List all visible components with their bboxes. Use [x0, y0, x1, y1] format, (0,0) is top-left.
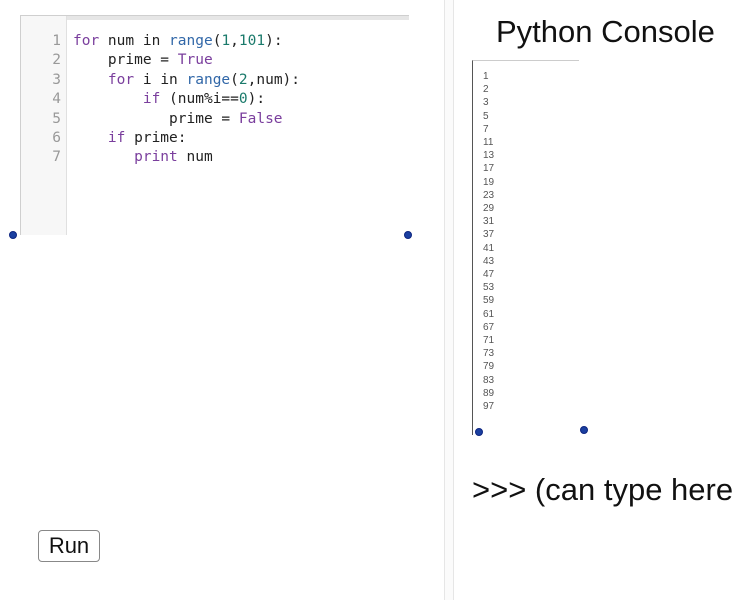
code-token: print	[134, 149, 178, 166]
code-token: range	[169, 33, 213, 49]
console-title: Python Console	[496, 14, 715, 49]
code-token: num	[177, 149, 213, 166]
line-number: 7	[52, 149, 61, 166]
code-token: num in	[99, 33, 170, 49]
code-token: 1	[221, 33, 231, 49]
output-line: 53	[483, 282, 495, 294]
output-line: 59	[483, 295, 495, 307]
pane-divider[interactable]	[444, 0, 454, 600]
output-line: 7	[483, 123, 489, 135]
code-text: print num	[61, 148, 213, 167]
output-line: 11	[483, 137, 494, 149]
code-token: (num%i==	[160, 91, 239, 108]
line-number: 3	[52, 71, 61, 88]
code-line[interactable]: 1 for num in range(1,101):	[21, 32, 300, 51]
output-line: 29	[483, 203, 495, 215]
code-text: for num in range(1,101):	[61, 32, 283, 51]
output-line: 71	[483, 335, 495, 347]
output-line: 89	[483, 387, 495, 399]
code-line[interactable]: 2 prime = True	[21, 51, 300, 70]
code-token: ,num):	[247, 71, 301, 88]
output-line: 43	[483, 255, 495, 267]
output-resize-handle-right[interactable]	[580, 426, 588, 434]
console-input-prompt[interactable]: >>> (can type here	[472, 472, 733, 508]
code-token: prime =	[73, 52, 178, 69]
code-line[interactable]: 6 if prime:	[21, 129, 300, 148]
output-line: 23	[483, 189, 495, 201]
code-token: if	[107, 129, 126, 146]
output-line: 41	[483, 242, 495, 254]
code-text: prime = False	[61, 110, 283, 129]
run-button[interactable]: Run	[38, 530, 100, 562]
code-token: ):	[265, 33, 283, 49]
code-token: if	[142, 91, 161, 108]
code-token: 0	[238, 91, 248, 108]
code-text: prime = True	[61, 51, 213, 70]
output-line: 97	[483, 401, 495, 413]
line-number: 4	[52, 91, 61, 108]
output-line: 47	[483, 269, 495, 281]
output-line: 1	[483, 71, 489, 82]
code-line[interactable]: 7 print num	[21, 148, 300, 167]
code-token: False	[238, 110, 283, 127]
code-token: prime:	[125, 129, 187, 146]
output-line: 31	[483, 216, 495, 228]
line-number: 6	[52, 129, 61, 146]
line-number: 1	[52, 33, 61, 49]
code-text: for i in range(2,num):	[61, 71, 300, 90]
code-token: 2	[238, 71, 248, 88]
output-line: 79	[483, 361, 495, 373]
code-line[interactable]: 5 prime = False	[21, 110, 300, 129]
code-token: for	[107, 71, 135, 88]
output-line: 67	[483, 321, 495, 333]
output-line: 19	[483, 176, 495, 188]
code-line[interactable]: 4 if (num%i==0):	[21, 90, 300, 109]
output-line: 83	[483, 374, 495, 386]
output-line: 73	[483, 348, 495, 360]
code-token: range	[186, 71, 231, 88]
line-number: 2	[52, 52, 61, 69]
code-area[interactable]: 1 for num in range(1,101): 2 prime = True 3…	[21, 32, 300, 168]
output-line: 5	[483, 110, 489, 122]
output-line: 2	[483, 84, 489, 96]
code-text: if prime:	[61, 129, 187, 148]
code-token: ,	[230, 33, 239, 49]
code-token: True	[177, 52, 213, 69]
output-line: 13	[483, 150, 495, 162]
code-editor[interactable]: 1 for num in range(1,101): 2 prime = True 3…	[20, 15, 409, 235]
code-token: for	[73, 33, 100, 49]
console-output: 1 2 3 5 7 11 13 17 19 23 29 31 37 41 43 47 53 59 61 67 71 73 7…	[472, 60, 579, 435]
code-token: (	[230, 71, 239, 88]
code-text: if (num%i==0):	[61, 90, 265, 109]
output-line: 17	[483, 163, 495, 175]
output-line: 37	[483, 229, 495, 241]
output-line: 61	[483, 308, 495, 320]
output-resize-handle-left[interactable]	[475, 428, 483, 436]
code-token: i in	[134, 71, 187, 88]
code-token: 101	[238, 33, 266, 49]
output-line: 3	[483, 97, 489, 109]
line-number: 5	[52, 110, 61, 127]
code-token: ):	[247, 91, 266, 108]
resize-handle-right[interactable]	[404, 231, 412, 239]
code-line[interactable]: 3 for i in range(2,num):	[21, 71, 300, 90]
resize-handle-left[interactable]	[9, 231, 17, 239]
code-token: prime =	[73, 110, 239, 127]
output-list: 1 2 3 5 7 11 13 17 19 23 29 31 37 41 43 47 53 59 61 67 71 73 7…	[483, 70, 494, 413]
